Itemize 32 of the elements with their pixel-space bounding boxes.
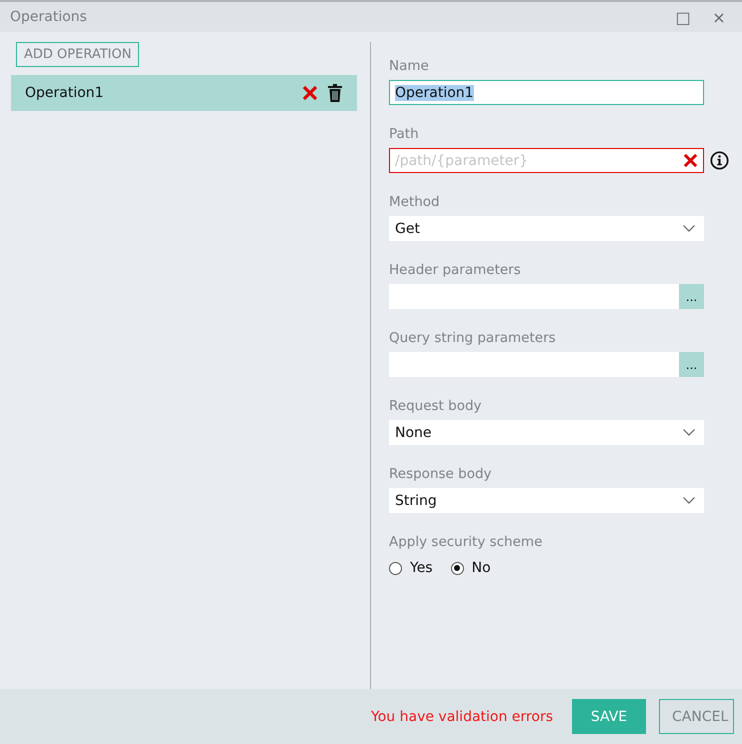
dropdown[interactable]: Get bbox=[389, 216, 704, 241]
text-field[interactable]: Operation1 bbox=[389, 80, 704, 105]
field-label: Apply security scheme bbox=[389, 534, 544, 552]
error-icon bbox=[302, 85, 318, 101]
info-icon[interactable] bbox=[710, 151, 729, 170]
chevron-down-icon bbox=[683, 497, 695, 504]
error-icon bbox=[683, 153, 698, 168]
trash-icon[interactable] bbox=[328, 84, 342, 102]
field-label: Name bbox=[389, 58, 430, 76]
input-field[interactable] bbox=[389, 284, 679, 309]
browse-button[interactable]: ... bbox=[679, 352, 704, 377]
field-label: Request body bbox=[389, 398, 483, 416]
radio-button[interactable] bbox=[389, 562, 402, 574]
field-label: Response body bbox=[389, 466, 493, 484]
browse-button[interactable]: ... bbox=[679, 284, 704, 309]
maximize-button[interactable]: □ bbox=[668, 8, 698, 26]
dropdown[interactable]: String bbox=[389, 488, 704, 513]
input-field[interactable] bbox=[389, 352, 679, 377]
close-button[interactable]: × bbox=[704, 8, 734, 26]
radio-button[interactable] bbox=[450, 562, 464, 574]
window-title: Operations bbox=[10, 9, 87, 25]
field-label: Header parameters bbox=[389, 262, 522, 280]
operation-item[interactable]: Operation1 bbox=[11, 75, 357, 111]
radio-option[interactable]: Yes bbox=[389, 560, 433, 576]
validation-message: You have validation errors bbox=[371, 708, 553, 724]
field-label: Query string parameters bbox=[389, 330, 557, 348]
radio-option[interactable]: No bbox=[450, 560, 491, 576]
chevron-down-icon bbox=[683, 429, 695, 436]
dropdown[interactable]: None bbox=[389, 420, 704, 445]
chevron-down-icon bbox=[683, 225, 695, 232]
field-label: Method bbox=[389, 194, 441, 212]
field-label: Path bbox=[389, 126, 420, 144]
